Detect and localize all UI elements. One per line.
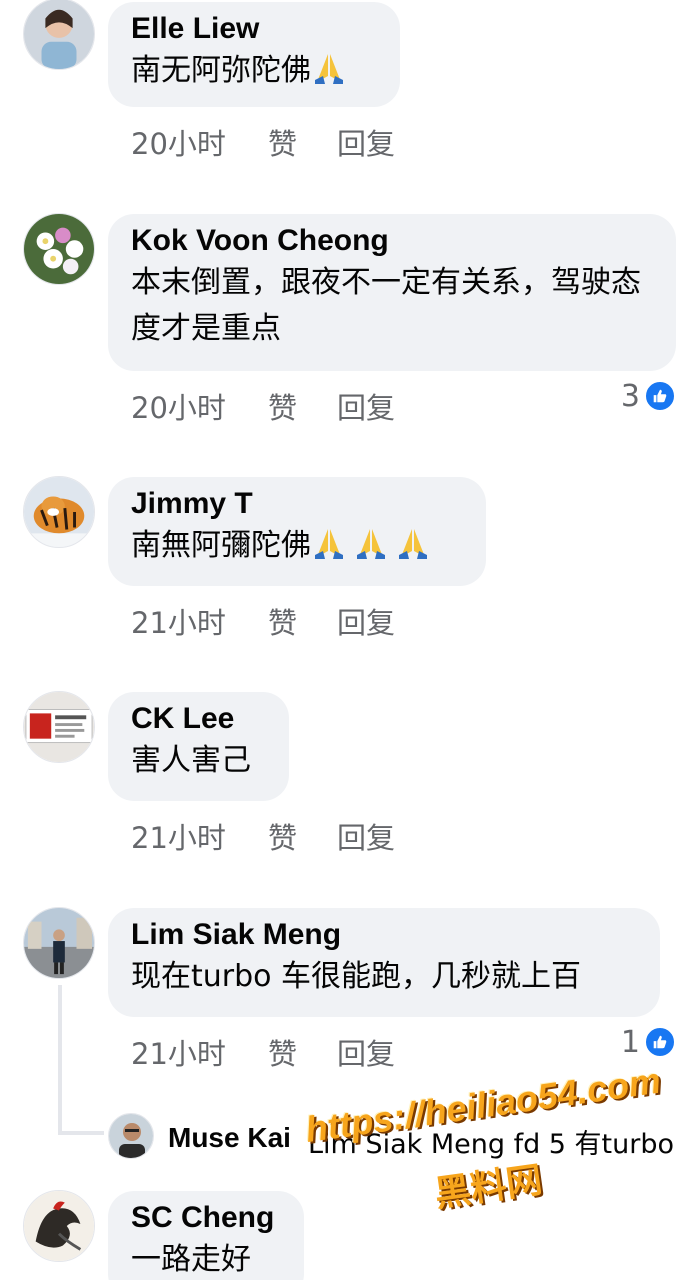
like-button[interactable]: 赞 bbox=[268, 600, 297, 642]
reply-text: Lim Siak Meng fd 5 有turbo bbox=[308, 1129, 675, 1160]
comment-bubble: SC Cheng 一路走好 bbox=[108, 1191, 304, 1280]
comment-text: 一路走好 bbox=[131, 1242, 251, 1277]
folded-hands-icon bbox=[311, 525, 347, 561]
reply-button[interactable]: 回复 bbox=[337, 600, 395, 642]
comment-text-body: 南无阿弥陀佛 bbox=[131, 53, 311, 88]
like-icon bbox=[644, 1026, 676, 1058]
comment-text: 南無阿彌陀佛 bbox=[131, 523, 463, 569]
like-icon bbox=[644, 380, 676, 412]
comment-text: 现在turbo 车很能跑，几秒就上百 bbox=[131, 959, 582, 994]
timestamp: 21小时 bbox=[131, 1037, 226, 1071]
avatar[interactable] bbox=[23, 1190, 95, 1262]
author-name[interactable]: Elle Liew bbox=[131, 12, 377, 46]
thread-connector bbox=[58, 1131, 104, 1135]
folded-hands-icon bbox=[353, 525, 389, 561]
reply-button[interactable]: 回复 bbox=[337, 385, 395, 427]
avatar[interactable] bbox=[23, 691, 95, 763]
comment-text: 害人害己 bbox=[131, 743, 251, 778]
avatar[interactable] bbox=[23, 476, 95, 548]
comment-bubble: CK Lee 害人害己 bbox=[108, 692, 289, 801]
comment-bubble: Kok Voon Cheong 本末倒置，跟夜不一定有关系，驾驶态度才是重点 bbox=[108, 214, 676, 371]
reply-preview[interactable]: Muse Kai Lim Siak Meng fd 5 有turbo bbox=[108, 1113, 698, 1161]
reply-author-name[interactable]: Muse Kai bbox=[168, 1122, 291, 1154]
like-button[interactable]: 赞 bbox=[268, 121, 297, 163]
like-button[interactable]: 赞 bbox=[268, 1031, 297, 1073]
avatar[interactable] bbox=[108, 1113, 154, 1159]
timestamp: 20小时 bbox=[131, 127, 226, 161]
timestamp: 20小时 bbox=[131, 391, 226, 425]
thread-line bbox=[58, 985, 62, 1135]
timestamp: 21小时 bbox=[131, 821, 226, 855]
folded-hands-icon bbox=[395, 525, 431, 561]
author-name[interactable]: SC Cheng bbox=[131, 1201, 281, 1235]
avatar[interactable] bbox=[23, 0, 95, 70]
folded-hands-icon bbox=[311, 50, 347, 86]
comment-text-body: 南無阿彌陀佛 bbox=[131, 528, 311, 563]
comment-text: 本末倒置，跟夜不一定有关系，驾驶态度才是重点 bbox=[131, 265, 641, 346]
author-name[interactable]: Lim Siak Meng bbox=[131, 918, 637, 952]
author-name[interactable]: Jimmy T bbox=[131, 487, 463, 521]
avatar[interactable] bbox=[23, 907, 95, 979]
author-name[interactable]: CK Lee bbox=[131, 702, 266, 736]
avatar[interactable] bbox=[23, 213, 95, 285]
reply-button[interactable]: 回复 bbox=[337, 1031, 395, 1073]
reaction-number: 3 bbox=[620, 378, 640, 414]
comment-bubble: Lim Siak Meng 现在turbo 车很能跑，几秒就上百 bbox=[108, 908, 660, 1017]
comment-bubble: Jimmy T 南無阿彌陀佛 bbox=[108, 477, 486, 586]
reaction-count[interactable]: 1 bbox=[620, 1024, 676, 1060]
like-button[interactable]: 赞 bbox=[268, 385, 297, 427]
reaction-number: 1 bbox=[620, 1024, 640, 1060]
comment-bubble: Elle Liew 南无阿弥陀佛 bbox=[108, 2, 400, 107]
reply-button[interactable]: 回复 bbox=[337, 815, 395, 857]
comment-text: 南无阿弥陀佛 bbox=[131, 48, 377, 94]
timestamp: 21小时 bbox=[131, 606, 226, 640]
author-name[interactable]: Kok Voon Cheong bbox=[131, 224, 653, 258]
reply-button[interactable]: 回复 bbox=[337, 121, 395, 163]
reaction-count[interactable]: 3 bbox=[620, 378, 676, 414]
like-button[interactable]: 赞 bbox=[268, 815, 297, 857]
